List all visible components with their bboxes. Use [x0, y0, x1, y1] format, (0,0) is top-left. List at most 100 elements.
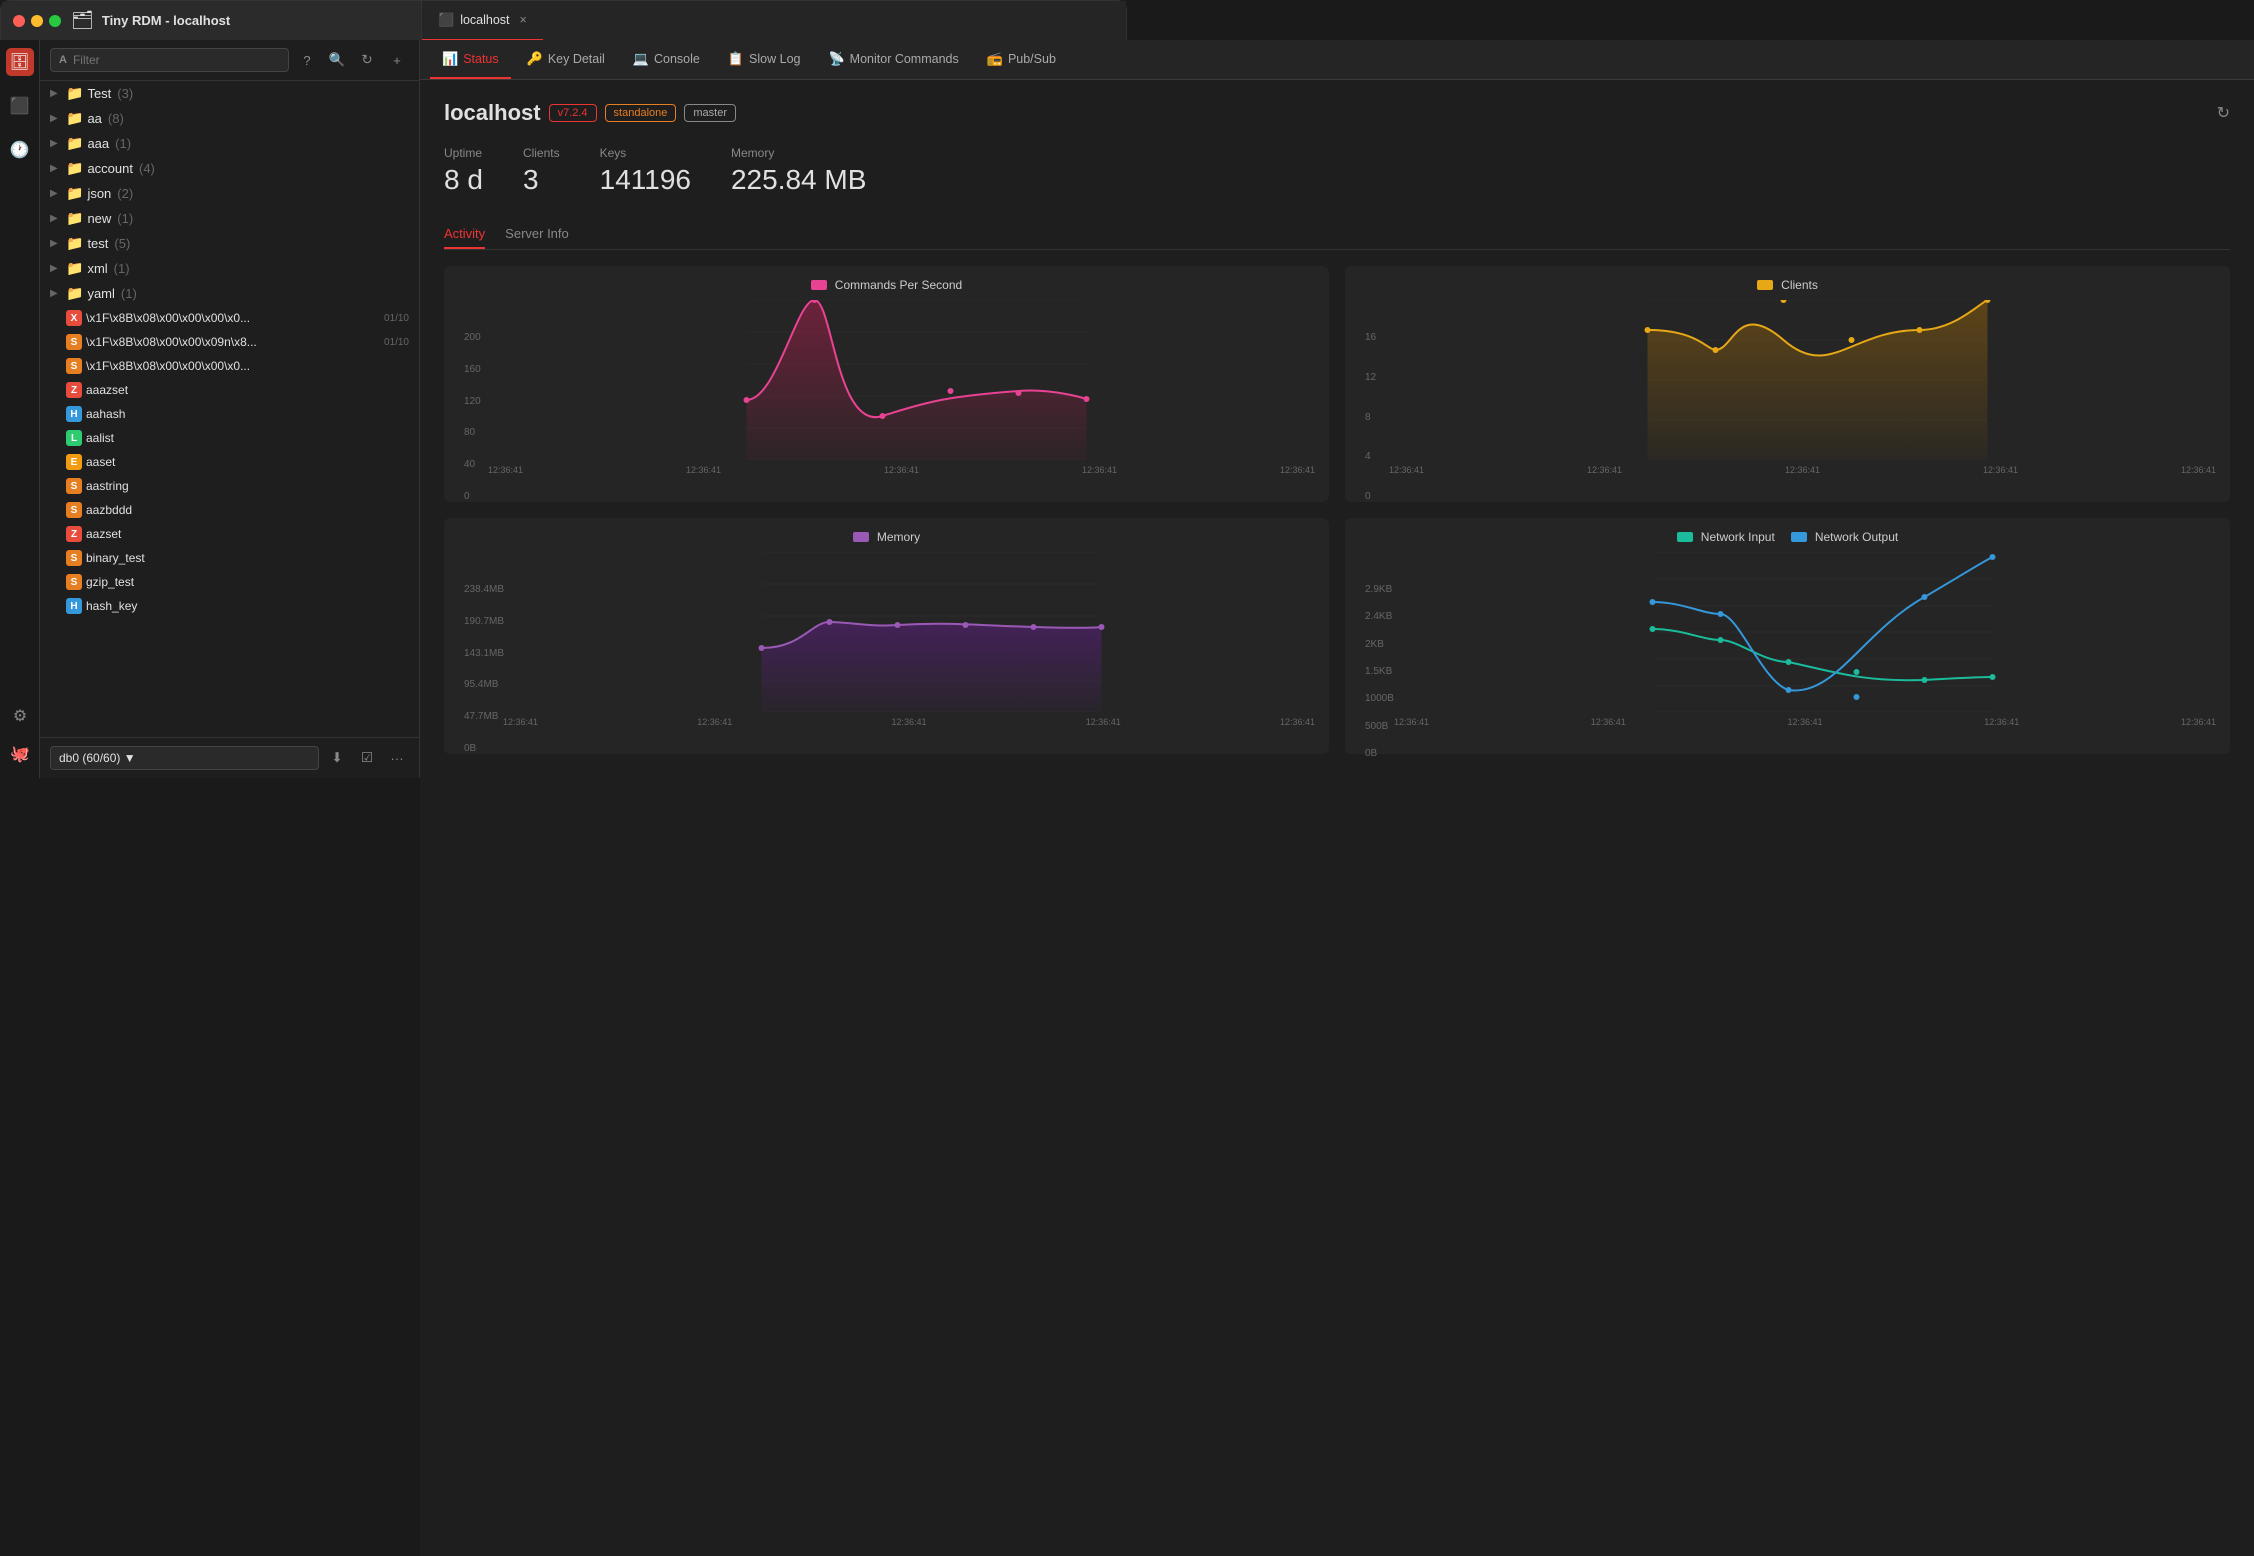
stat-memory: Memory 225.84 MB	[731, 146, 866, 196]
chevron-right-icon: ▶	[50, 263, 62, 274]
folder-icon: 📁	[66, 85, 83, 102]
folder-icon: 📁	[66, 285, 83, 302]
list-item[interactable]: Z aazset	[40, 522, 419, 546]
memory-legend-color	[853, 532, 869, 542]
filter-help-button[interactable]: ?	[295, 48, 319, 72]
network-x-labels: 12:36:4112:36:4112:36:4112:36:4112:36:41	[1392, 717, 2218, 727]
list-item[interactable]: L aalist	[40, 426, 419, 450]
tab-status[interactable]: 📊 Status	[430, 40, 511, 79]
list-item[interactable]: S \x1F\x8B\x08\x00\x00\x09n\x8... 01/10	[40, 330, 419, 354]
key-name: binary_test	[86, 551, 409, 565]
tab-key-detail[interactable]: 🔑 Key Detail	[515, 40, 617, 79]
more-button[interactable]: ···	[385, 746, 409, 770]
filter-text-input[interactable]	[73, 53, 280, 67]
list-item[interactable]: ▶ 📁 yaml (1)	[40, 281, 419, 306]
key-type-icon: S	[66, 550, 82, 566]
activity-tab-activity[interactable]: Activity	[444, 220, 485, 249]
folder-icon: 📁	[66, 235, 83, 252]
app-title: Tiny RDM - localhost	[102, 13, 230, 28]
key-type-icon: H	[66, 598, 82, 614]
folder-count: (1)	[114, 261, 130, 276]
tab-pub-sub[interactable]: 📻 Pub/Sub	[975, 40, 1068, 79]
key-type-icon: L	[66, 430, 82, 446]
list-item[interactable]: X \x1F\x8B\x08\x00\x00\x00\x0... 01/10	[40, 306, 419, 330]
key-type-icon: S	[66, 574, 82, 590]
key-name: gzip_test	[86, 575, 409, 589]
tab-console[interactable]: 💻 Console	[621, 40, 712, 79]
stat-clients: Clients 3	[523, 146, 560, 196]
cps-legend-color	[811, 280, 827, 290]
list-item[interactable]: ▶ 📁 aa (8)	[40, 106, 419, 131]
list-item[interactable]: S gzip_test	[40, 570, 419, 594]
server-refresh-button[interactable]: ↻	[2217, 103, 2230, 123]
close-button[interactable]	[13, 15, 25, 27]
list-item[interactable]: ▶ 📁 Test (3)	[40, 81, 419, 106]
stat-keys: Keys 141196	[600, 146, 691, 196]
activity-tab-server-info[interactable]: Server Info	[505, 220, 569, 249]
folder-name: new	[87, 211, 111, 226]
chart-network-title: Network Input Network Output	[1357, 530, 2218, 544]
export-button[interactable]: ⬇	[325, 746, 349, 770]
key-list-footer: db0 (60/60) ▼ ⬇ ☑ ···	[40, 737, 419, 778]
add-key-button[interactable]: +	[385, 48, 409, 72]
list-item[interactable]: E aaset	[40, 450, 419, 474]
key-type-icon: S	[66, 358, 82, 374]
app-icon: 🗂	[71, 10, 94, 31]
key-type-icon: S	[66, 478, 82, 494]
key-name: aahash	[86, 407, 409, 421]
list-item[interactable]: S aastring	[40, 474, 419, 498]
sidebar-icon-settings[interactable]: ⚙	[6, 702, 34, 730]
folder-name: yaml	[87, 286, 114, 301]
stats-row: Uptime 8 d Clients 3 Keys 141196 Memory …	[444, 146, 2230, 196]
sidebar-icon-github[interactable]: 🐙	[6, 740, 34, 768]
folder-name: account	[87, 161, 133, 176]
tasks-button[interactable]: ☑	[355, 746, 379, 770]
monitor-tab-icon: 📡	[828, 51, 844, 67]
chevron-right-icon: ▶	[50, 163, 62, 174]
status-tab-icon: 📊	[442, 51, 458, 67]
list-item[interactable]: Z aaazset	[40, 378, 419, 402]
role-badge: master	[684, 104, 736, 122]
cps-x-labels: 12:36:4112:36:4112:36:4112:36:4112:36:41	[486, 465, 1317, 475]
list-item[interactable]: ▶ 📁 new (1)	[40, 206, 419, 231]
memory-x-labels: 12:36:4112:36:4112:36:4112:36:4112:36:41	[501, 717, 1317, 727]
list-item[interactable]: ▶ 📁 aaa (1)	[40, 131, 419, 156]
minimize-button[interactable]	[31, 15, 43, 27]
key-type-icon: H	[66, 406, 82, 422]
key-name: aalist	[86, 431, 409, 445]
content-area: 📊 Status 🔑 Key Detail 💻 Console 📋 Slow L…	[420, 40, 2254, 1556]
tab-close[interactable]: ×	[520, 13, 527, 27]
list-item[interactable]: ▶ 📁 test (5)	[40, 231, 419, 256]
network-chart-svg	[1392, 552, 2253, 712]
network-output-legend-color	[1791, 532, 1807, 542]
tab-localhost[interactable]: ⬛ localhost ×	[422, 1, 543, 41]
status-content: localhost v7.2.4 standalone master ↻ Upt…	[420, 80, 2254, 1556]
chevron-right-icon: ▶	[50, 188, 62, 199]
list-item[interactable]: S aazbddd	[40, 498, 419, 522]
chart-clients: Clients 1612840	[1345, 266, 2230, 502]
list-item[interactable]: H hash_key	[40, 594, 419, 618]
tab-slow-log[interactable]: 📋 Slow Log	[716, 40, 813, 79]
list-item[interactable]: S binary_test	[40, 546, 419, 570]
refresh-button[interactable]: ↻	[355, 48, 379, 72]
folder-name: aa	[87, 111, 101, 126]
key-type-icon: S	[66, 334, 82, 350]
traffic-lights	[13, 15, 61, 27]
sidebar-icon-database[interactable]: 🗄	[6, 48, 34, 76]
folder-icon: 📁	[66, 160, 83, 177]
sidebar-icon-terminal[interactable]: ⬛	[6, 92, 34, 120]
list-item[interactable]: S \x1F\x8B\x08\x00\x00\x00\x0...	[40, 354, 419, 378]
sidebar-icon-history[interactable]: 🕐	[6, 136, 34, 164]
search-button[interactable]: 🔍	[325, 48, 349, 72]
list-item[interactable]: ▶ 📁 json (2)	[40, 181, 419, 206]
key-list-body: ▶ 📁 Test (3) ▶ 📁 aa (8) ▶ 📁 aaa (1) ▶ 📁 …	[40, 81, 419, 737]
key-list: A ? 🔍 ↻ + ▶ 📁 Test (3) ▶ 📁 aa (8) ▶ 📁 aa…	[40, 40, 420, 778]
filter-input-container: A	[50, 48, 289, 72]
maximize-button[interactable]	[49, 15, 61, 27]
tab-monitor-commands[interactable]: 📡 Monitor Commands	[816, 40, 970, 79]
list-item[interactable]: ▶ 📁 account (4)	[40, 156, 419, 181]
list-item[interactable]: H aahash	[40, 402, 419, 426]
chart-network: Network Input Network Output 2.9KB2.4KB2…	[1345, 518, 2230, 754]
list-item[interactable]: ▶ 📁 xml (1)	[40, 256, 419, 281]
db-selector[interactable]: db0 (60/60) ▼	[50, 746, 319, 770]
